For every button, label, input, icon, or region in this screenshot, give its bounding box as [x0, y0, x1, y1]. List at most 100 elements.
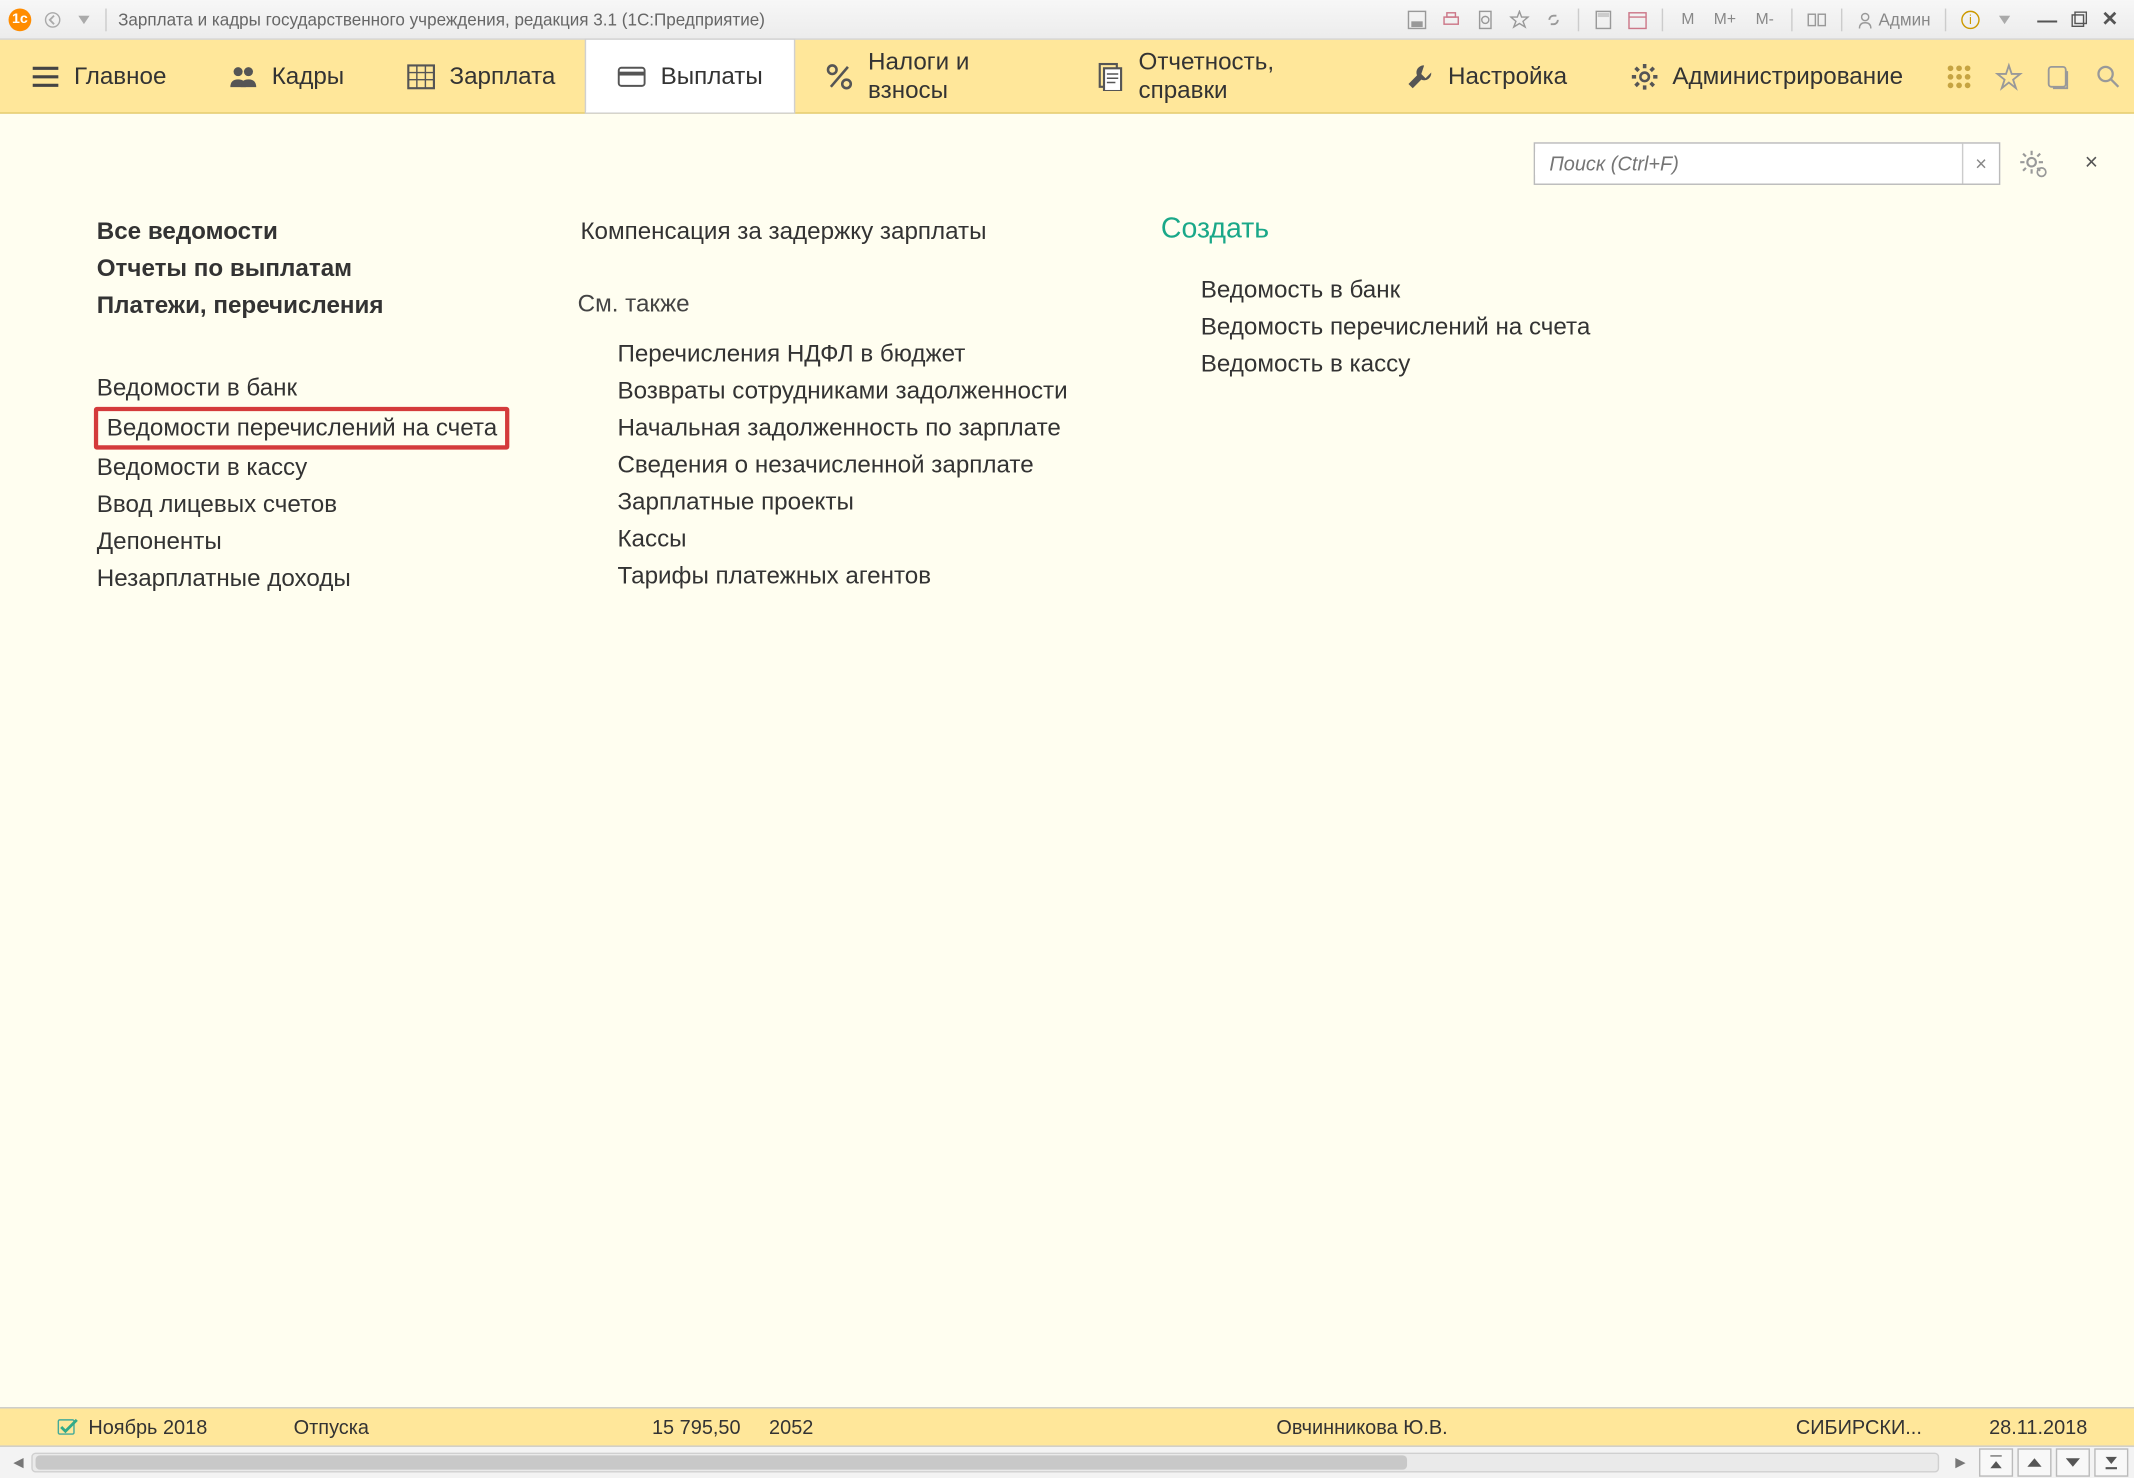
col1-mid-link-5[interactable]: Незарплатные доходы — [94, 561, 510, 598]
user-button[interactable]: Админ — [1852, 9, 1937, 29]
titlebar: 1c Зарплата и кадры государственного учр… — [0, 0, 2134, 40]
menu-item-2[interactable]: Зарплата — [375, 40, 586, 113]
wrench-icon — [1405, 62, 1433, 90]
col3-create-link-2[interactable]: Ведомость в кассу — [1198, 346, 1593, 383]
app-logo-icon: 1c — [9, 8, 32, 31]
dropdown2-icon[interactable] — [1990, 5, 2018, 33]
col3-create-link-0[interactable]: Ведомость в банк — [1198, 272, 1593, 309]
col1-mid-link-1[interactable]: Ведомости перечислений на счета — [94, 407, 510, 450]
col2-seealso-link-1[interactable]: Возвраты сотрудниками задолженности — [615, 373, 1071, 410]
create-header: Создать — [1161, 213, 1269, 246]
menu-item-5[interactable]: Отчетность, справки — [1065, 40, 1375, 113]
doc-icon — [1096, 62, 1124, 90]
panel-settings-icon[interactable] — [2012, 142, 2055, 185]
column-3: Создать Ведомость в банкВедомость перечи… — [1161, 213, 1673, 597]
link-icon[interactable] — [1540, 5, 1568, 33]
grid-cell-num: 2052 — [769, 1416, 1276, 1439]
back-icon[interactable] — [38, 5, 66, 33]
col3-create-link-1[interactable]: Ведомость перечислений на счета — [1198, 309, 1593, 346]
nav-down-button[interactable] — [2056, 1448, 2090, 1476]
menu-item-3[interactable]: Выплаты — [587, 40, 794, 113]
column-1: Все ведомостиОтчеты по выплатамПлатежи, … — [94, 213, 549, 597]
calc-icon[interactable] — [1590, 5, 1618, 33]
row-check-icon — [57, 1417, 88, 1437]
col2-seealso-link-3[interactable]: Сведения о незачисленной зарплате — [615, 447, 1071, 484]
col2-seealso-link-5[interactable]: Кассы — [615, 521, 1071, 558]
col2-top-link-0[interactable]: Компенсация за задержку зарплаты — [578, 213, 990, 250]
apps-grid-icon[interactable] — [1934, 40, 1984, 113]
col2-seealso-link-2[interactable]: Начальная задолженность по зарплате — [615, 410, 1071, 447]
percent-icon — [825, 62, 853, 90]
horizontal-scrollbar: ◄ ► — [0, 1447, 2134, 1478]
minimize-button[interactable]: — — [2032, 5, 2063, 33]
menu-item-label: Кадры — [272, 62, 344, 90]
menu-item-label: Зарплата — [449, 62, 555, 90]
memory-mminus-button[interactable]: M- — [1748, 5, 1782, 33]
menu-item-1[interactable]: Кадры — [198, 40, 376, 113]
people-icon — [229, 62, 257, 90]
history-icon[interactable] — [2034, 40, 2084, 113]
calendar-icon[interactable] — [1624, 5, 1652, 33]
nav-up-button[interactable] — [2017, 1448, 2051, 1476]
window-title: Зарплата и кадры государственного учрежд… — [118, 9, 765, 29]
column-2: Компенсация за задержку зарплаты См. так… — [578, 213, 1090, 597]
memory-mplus-button[interactable]: M+ — [1708, 5, 1742, 33]
scroll-left-icon[interactable]: ◄ — [6, 1450, 32, 1476]
search-box: × — [1534, 142, 2001, 185]
nav-last-button[interactable] — [2094, 1448, 2128, 1476]
search-icon[interactable] — [2084, 40, 2134, 113]
col1-mid-link-2[interactable]: Ведомости в кассу — [94, 450, 510, 487]
menu-item-6[interactable]: Настройка — [1374, 40, 1598, 113]
menu-item-7[interactable]: Администрирование — [1598, 40, 1934, 113]
col1-mid-link-4[interactable]: Депоненты — [94, 524, 510, 561]
info-icon[interactable]: i — [1956, 5, 1984, 33]
scroll-track[interactable] — [31, 1453, 1939, 1473]
grid-cell-person: Овчинникова Ю.В. — [1276, 1416, 1795, 1439]
col1-mid-link-0[interactable]: Ведомости в банк — [94, 370, 510, 407]
windows-icon[interactable] — [1803, 5, 1831, 33]
grid-row[interactable]: Ноябрь 2018 Отпуска 15 795,50 2052 Овчин… — [0, 1407, 2134, 1447]
menu-item-label: Главное — [74, 62, 166, 90]
grid-cell-date: 28.11.2018 — [1989, 1416, 2134, 1439]
memory-m-button[interactable]: M — [1674, 5, 1702, 33]
scroll-right-icon[interactable]: ► — [1948, 1450, 1974, 1476]
menu-item-label: Настройка — [1448, 62, 1567, 90]
see-also-label: См. также — [578, 290, 690, 318]
col1-top-link-1[interactable]: Отчеты по выплатам — [94, 250, 386, 287]
star-icon[interactable] — [1506, 5, 1534, 33]
save-icon[interactable] — [1403, 5, 1431, 33]
grid-cell-month: Ноябрь 2018 — [88, 1416, 293, 1439]
close-button[interactable]: ✕ — [2094, 5, 2125, 33]
separator — [105, 8, 106, 31]
scroll-thumb[interactable] — [36, 1455, 1408, 1469]
search-input[interactable] — [1535, 152, 1962, 175]
menu-item-label: Выплаты — [661, 62, 763, 90]
user-name: Админ — [1879, 9, 1931, 29]
menu-icon — [31, 62, 59, 90]
menu-item-label: Администрирование — [1672, 62, 1903, 90]
col2-seealso-link-0[interactable]: Перечисления НДФЛ в бюджет — [615, 336, 1071, 373]
menu-item-label: Отчетность, справки — [1139, 48, 1343, 105]
gear-icon — [1630, 62, 1658, 90]
grid-cell-type: Отпуска — [294, 1416, 608, 1439]
col2-seealso-link-4[interactable]: Зарплатные проекты — [615, 484, 1071, 521]
search-clear-button[interactable]: × — [1962, 144, 1999, 184]
card-icon — [618, 62, 646, 90]
col1-top-link-2[interactable]: Платежи, перечисления — [94, 287, 386, 324]
col1-mid-link-3[interactable]: Ввод лицевых счетов — [94, 487, 510, 524]
grid-cell-sum: 15 795,50 — [608, 1416, 769, 1439]
col1-top-link-0[interactable]: Все ведомости — [94, 213, 386, 250]
print-icon[interactable] — [1438, 5, 1466, 33]
main-menu: Главное Кадры Зарплата Выплаты Налоги и взно… — [0, 40, 2134, 114]
col2-seealso-link-6[interactable]: Тарифы платежных агентов — [615, 558, 1071, 595]
table-icon — [407, 62, 435, 90]
maximize-button[interactable] — [2063, 5, 2094, 33]
section-panel: × × Все ведомостиОтчеты по выплатамПлате… — [0, 114, 2134, 1409]
menu-item-4[interactable]: Налоги и взносы — [794, 40, 1064, 113]
favorite-star-icon[interactable] — [1984, 40, 2034, 113]
nav-first-button[interactable] — [1979, 1448, 2013, 1476]
menu-item-0[interactable]: Главное — [0, 40, 198, 113]
dropdown-icon[interactable] — [70, 5, 98, 33]
close-panel-button[interactable]: × — [2074, 147, 2108, 181]
doc-icon[interactable] — [1472, 5, 1500, 33]
